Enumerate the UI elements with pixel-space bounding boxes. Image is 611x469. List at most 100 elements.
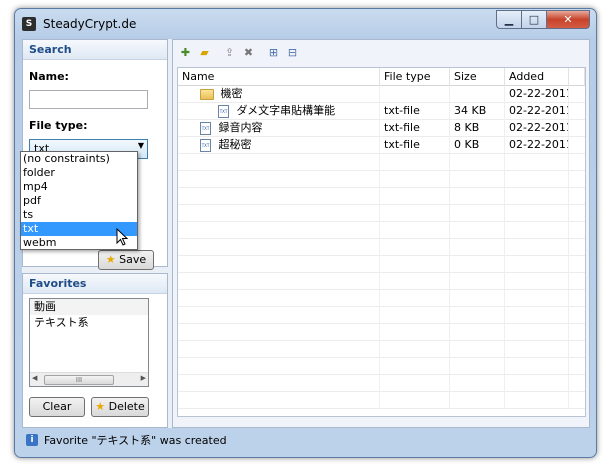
favorites-list[interactable]: 動画 テキスト系 ◀ III ▶: [29, 298, 149, 387]
empty-table-row: [178, 375, 585, 392]
empty-cell: [505, 273, 569, 290]
empty-cell: [178, 188, 380, 205]
empty-cell: [505, 171, 569, 188]
save-label: Save: [119, 253, 147, 266]
empty-cell: [450, 307, 505, 324]
delete-icon[interactable]: ✖: [240, 44, 257, 61]
empty-cell: [380, 222, 450, 239]
status-text: Favorite "テキスト系" was created: [44, 434, 227, 447]
empty-table-row: [178, 222, 585, 239]
empty-cell: [380, 358, 450, 375]
empty-table-row: [178, 290, 585, 307]
empty-cell: [450, 188, 505, 205]
empty-cell: [505, 290, 569, 307]
file-name: 超秘密: [218, 138, 252, 151]
empty-table-row: [178, 205, 585, 222]
empty-cell: [178, 290, 380, 307]
close-button[interactable]: ✕: [547, 10, 590, 29]
empty-cell: [450, 392, 505, 409]
empty-cell: [380, 154, 450, 171]
empty-cell: [450, 358, 505, 375]
empty-cell: [505, 307, 569, 324]
folder-icon: [200, 88, 214, 100]
column-added[interactable]: Added: [505, 68, 569, 86]
scroll-left-icon[interactable]: ◀: [32, 374, 37, 382]
column-file-type[interactable]: File type: [380, 68, 450, 86]
name-search-input[interactable]: [29, 90, 148, 109]
file-added: 02-22-2011: [505, 103, 569, 120]
empty-cell: [380, 392, 450, 409]
file-type: txt-file: [380, 103, 450, 120]
empty-cell: [450, 290, 505, 307]
table-row[interactable]: TXT ダメ文字串貼構筆能 txt-file 34 KB 02-22-2011: [178, 103, 585, 120]
empty-cell: [450, 205, 505, 222]
empty-table-row: [178, 188, 585, 205]
empty-cell: [505, 358, 569, 375]
dropdown-option[interactable]: folder: [21, 166, 137, 180]
list-item[interactable]: 動画: [30, 299, 148, 315]
expand-all-icon[interactable]: ⊞: [265, 44, 282, 61]
dropdown-option[interactable]: ts: [21, 208, 137, 222]
empty-cell: [380, 375, 450, 392]
table-row[interactable]: 機密 02-22-2011: [178, 86, 585, 103]
maximize-button[interactable]: □: [522, 10, 547, 29]
collapse-all-icon[interactable]: ⊟: [284, 44, 301, 61]
app-icon: S: [22, 17, 36, 31]
horizontal-scrollbar[interactable]: ◀ III ▶: [30, 372, 148, 386]
delete-favorite-button[interactable]: ★ Delete: [91, 397, 149, 417]
scrollbar-thumb[interactable]: III: [44, 375, 114, 385]
empty-table-row: [178, 154, 585, 171]
empty-cell: [450, 239, 505, 256]
empty-cell: [505, 154, 569, 171]
empty-cell: [380, 290, 450, 307]
favorites-header: Favorites: [23, 274, 167, 294]
empty-cell: [380, 239, 450, 256]
empty-cell: [505, 324, 569, 341]
table-row[interactable]: TXT 録音内容 txt-file 8 KB 02-22-2011: [178, 120, 585, 137]
toolbar: ✚ ▰ ⇪ ✖ ⊞ ⊟: [173, 40, 589, 64]
empty-cell: [380, 324, 450, 341]
favorites-panel: Favorites 動画 テキスト系 ◀ III ▶ Clear ★ Delet…: [22, 273, 168, 428]
list-item[interactable]: テキスト系: [30, 315, 148, 331]
dropdown-option[interactable]: mp4: [21, 180, 137, 194]
empty-cell: [450, 154, 505, 171]
empty-cell: [380, 171, 450, 188]
empty-cell: [450, 273, 505, 290]
empty-cell: [380, 341, 450, 358]
file-name: 録音内容: [218, 121, 263, 134]
add-folder-icon[interactable]: ▰: [196, 44, 213, 61]
empty-cell: [380, 273, 450, 290]
empty-table-row: [178, 239, 585, 256]
window-title: SteadyCrypt.de: [43, 17, 137, 31]
empty-table-row: [178, 273, 585, 290]
mouse-cursor-icon: [116, 228, 128, 246]
empty-cell: [505, 205, 569, 222]
file-name: ダメ文字串貼構筆能: [236, 104, 336, 117]
file-table[interactable]: Name File type Size Added 機密 02-22-2011: [177, 67, 586, 417]
table-header: Name File type Size Added: [178, 68, 585, 86]
file-size: [450, 86, 505, 103]
add-files-icon[interactable]: ✚: [177, 44, 194, 61]
save-favorite-button[interactable]: ★ Save: [98, 250, 154, 270]
dropdown-option[interactable]: pdf: [21, 194, 137, 208]
status-bar: i Favorite "テキスト系" was created: [22, 429, 590, 451]
clear-button[interactable]: Clear: [29, 397, 85, 417]
empty-cell: [178, 392, 380, 409]
scroll-right-icon[interactable]: ▶: [141, 374, 146, 382]
empty-cell: [178, 341, 380, 358]
empty-cell: [178, 273, 380, 290]
upload-icon[interactable]: ⇪: [221, 44, 238, 61]
file-size: 8 KB: [450, 120, 505, 137]
title-bar[interactable]: S SteadyCrypt.de ▁ □ ✕: [15, 9, 596, 37]
dropdown-option[interactable]: (no constraints): [21, 152, 137, 166]
column-name[interactable]: Name: [178, 68, 380, 86]
text-file-icon: TXT: [200, 138, 211, 152]
file-size: 0 KB: [450, 137, 505, 154]
empty-cell: [178, 222, 380, 239]
minimize-button[interactable]: ▁: [496, 10, 522, 29]
table-row[interactable]: TXT 超秘密 txt-file 0 KB 02-22-2011: [178, 137, 585, 154]
empty-table-row: [178, 358, 585, 375]
empty-table-row: [178, 256, 585, 273]
empty-table-row: [178, 341, 585, 358]
column-size[interactable]: Size: [450, 68, 505, 86]
